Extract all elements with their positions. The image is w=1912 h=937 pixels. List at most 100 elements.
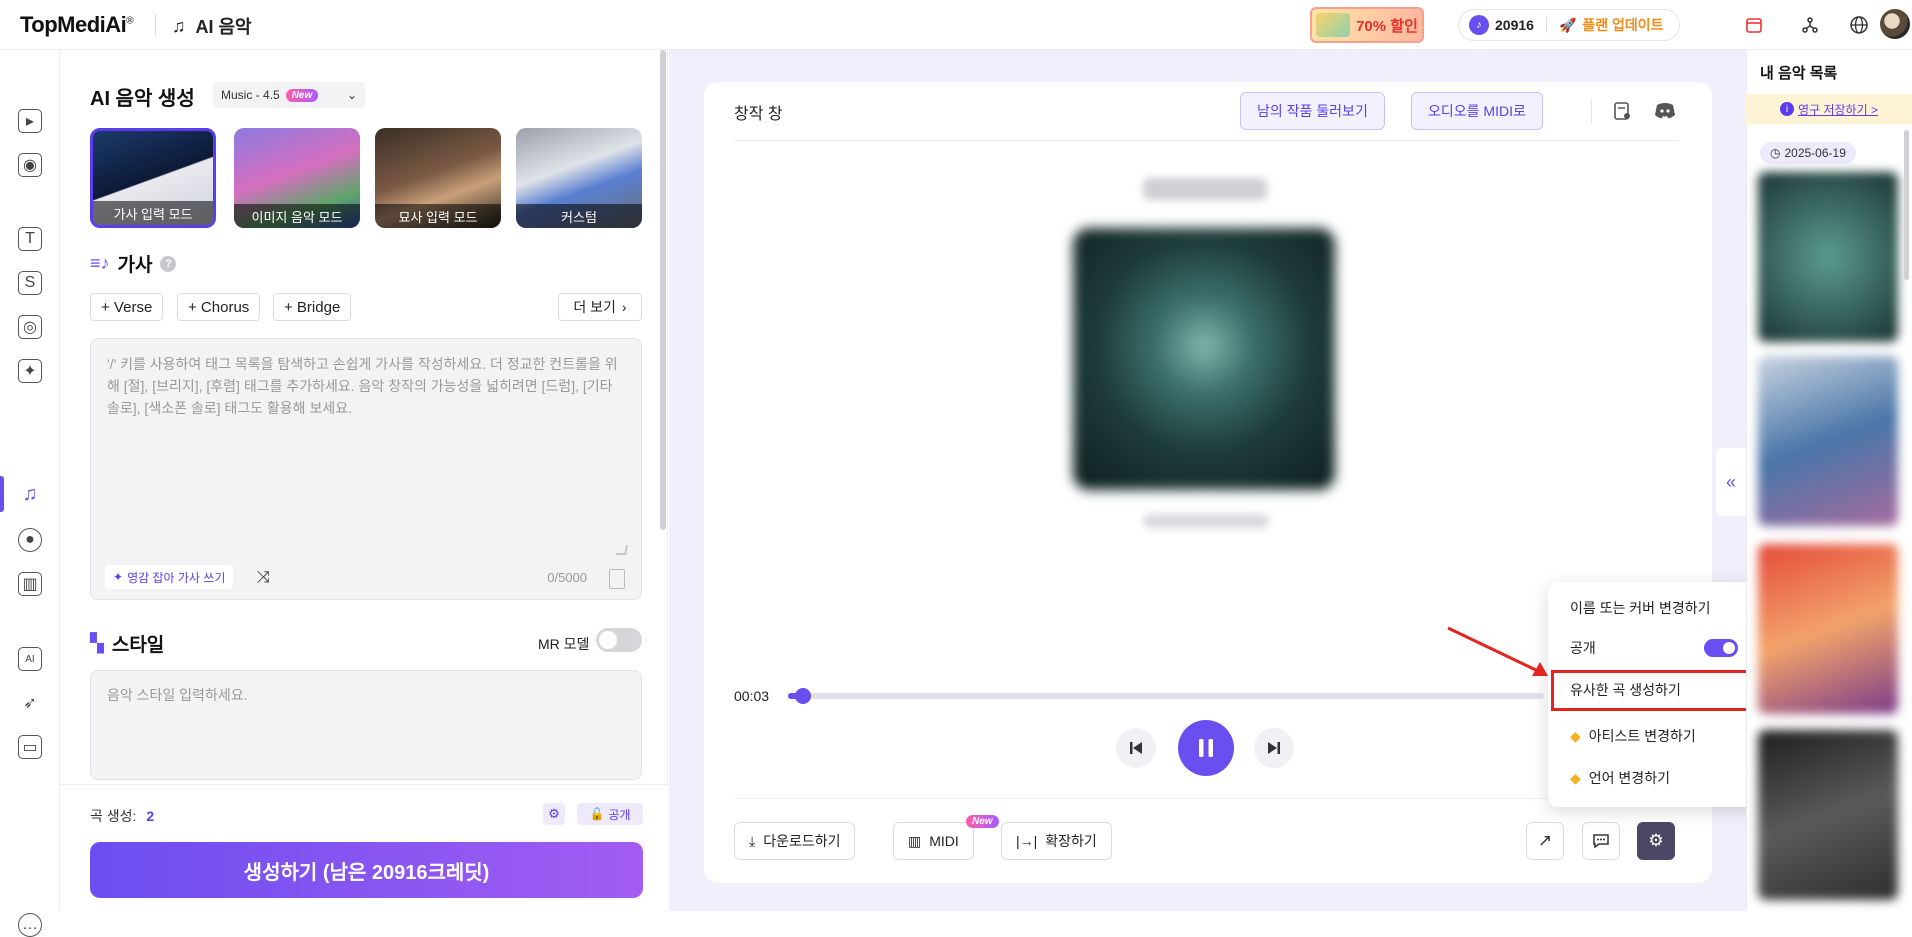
settings-gear-icon[interactable]: ⚙ (1637, 822, 1675, 860)
video-edit-icon[interactable]: ▸ (18, 109, 42, 133)
settings-gear-icon[interactable]: ⚙ (543, 803, 565, 825)
open-external-icon[interactable]: ↗ (1526, 822, 1564, 860)
collapse-panel-icon[interactable]: « (1716, 448, 1746, 516)
extend-button[interactable]: |→| 확장하기 (1001, 822, 1112, 860)
menu-rename-cover[interactable]: 이름 또는 커버 변경하기 (1548, 588, 1760, 628)
song-count-value[interactable]: 2 (146, 808, 154, 824)
credits-pill[interactable]: ♪ 20916 🚀 플랜 업데이트 (1458, 9, 1680, 41)
playback-progress-bar[interactable] (788, 688, 1544, 704)
song-count: 곡 생성: 2 (90, 808, 155, 824)
chat-icon[interactable]: … (18, 913, 42, 937)
tag-chorus-button[interactable]: + Chorus (177, 293, 261, 321)
ai-icon[interactable]: AI (18, 647, 42, 671)
camera-icon[interactable]: ◉ (18, 153, 42, 177)
piano-icon: ▥ (908, 832, 922, 849)
model-select[interactable]: Music - 4.5 New ⌄ (213, 82, 365, 108)
globe-icon[interactable] (1845, 11, 1873, 39)
trash-icon[interactable] (609, 569, 625, 589)
tag-bridge-button[interactable]: + Bridge (273, 293, 352, 321)
song-thumbnail[interactable] (1758, 730, 1898, 900)
menu-change-artist[interactable]: ◆ 아티스트 변경하기 (1548, 716, 1760, 756)
song-thumbnail[interactable] (1758, 172, 1898, 342)
date-chip: ◷ 2025-06-19 (1760, 142, 1856, 164)
menu-change-language[interactable]: ◆ 언어 변경하기 (1548, 758, 1760, 798)
podcast-icon[interactable]: ✦ (18, 359, 42, 383)
sparkle-icon: ✦ (113, 570, 124, 584)
rail-active-indicator (0, 476, 4, 512)
calendar-icon[interactable] (1740, 11, 1768, 39)
download-icon: ⤓ (749, 832, 756, 849)
model-name: Music - 4.5 (221, 88, 280, 102)
text-speech-icon[interactable]: T (18, 227, 42, 251)
share-nodes-icon[interactable] (1796, 11, 1824, 39)
task-list-icon[interactable] (1609, 98, 1635, 124)
left-rail: ▸ ◉ T S ◎ ✦ ♫ ● ▥ AI ➶ ▭ … (0, 50, 60, 937)
rocket-icon: 🚀 (1558, 16, 1577, 33)
style-section-title: ▚ 스타일 (90, 633, 165, 656)
mode-card-image[interactable]: 이미지 음악 모드 (234, 128, 360, 228)
more-tags-button[interactable]: 더 보기 › (558, 293, 642, 321)
folder-icon[interactable]: ▭ (18, 735, 42, 759)
credit-coin-icon: ♪ (1469, 15, 1489, 35)
audio-to-midi-button[interactable]: 오디오를 MIDI로 (1411, 92, 1543, 130)
right-panel-scrollbar[interactable] (1904, 130, 1909, 280)
char-count: 0/5000 (547, 570, 587, 585)
song-thumbnail[interactable] (1758, 544, 1898, 714)
header-divider (1591, 99, 1592, 123)
download-button[interactable]: ⤓ 다운로드하기 (734, 822, 856, 860)
public-toggle-button[interactable]: 🔓 공개 (577, 803, 643, 825)
style-placeholder: 음악 스타일 입력하세요. (107, 687, 248, 703)
premium-gem-icon: ◆ (1570, 769, 1581, 786)
music-note-icon[interactable]: ♫ (18, 482, 42, 506)
discord-icon[interactable] (1652, 98, 1678, 124)
highlight-annotation (1551, 670, 1761, 711)
progress-knob[interactable] (795, 688, 812, 704)
chevron-down-icon: ⌄ (346, 88, 357, 102)
left-panel-scrollbar[interactable] (660, 50, 666, 530)
current-time: 00:03 (734, 688, 770, 704)
mode-card-custom[interactable]: 커스텀 (516, 128, 642, 228)
browse-works-button[interactable]: 남의 작품 둘러보기 (1240, 92, 1385, 130)
user-avatar[interactable] (1880, 9, 1910, 39)
lyrics-textarea[interactable]: '/' 키를 사용하여 태그 목록을 탐색하고 손쉽게 가사를 작성하세요. 더… (90, 338, 642, 600)
lock-icon: 🔓 (589, 807, 605, 821)
mr-model-label: MR 모델 (538, 636, 590, 652)
my-music-title: 내 음악 목록 (1760, 65, 1838, 82)
menu-public[interactable]: 공개 (1548, 628, 1760, 668)
mode-card-lyrics[interactable]: 가사 입력 모드 (90, 128, 216, 228)
inspire-lyrics-button[interactable]: ✦ 영감 잡아 가사 쓰기 (105, 565, 234, 589)
premium-gem-icon: ◆ (1570, 727, 1581, 744)
next-track-button[interactable] (1254, 728, 1294, 768)
style-textarea[interactable]: 음악 스타일 입력하세요. (90, 670, 642, 780)
shuffle-icon[interactable]: ⤨ (257, 569, 270, 587)
mr-model-toggle[interactable] (596, 628, 642, 652)
music-note-icon: ♫ (172, 15, 186, 36)
piano-icon[interactable]: ▥ (18, 572, 42, 596)
promo-banner[interactable]: 70% 할인 (1310, 7, 1424, 43)
voice-icon[interactable]: S (18, 271, 42, 295)
comment-icon[interactable] (1582, 822, 1620, 860)
previous-track-button[interactable] (1116, 728, 1156, 768)
new-badge: New (285, 88, 319, 102)
disc-icon[interactable]: ● (18, 528, 42, 552)
pause-button[interactable] (1178, 720, 1234, 776)
audio-icon[interactable]: ◎ (18, 315, 42, 339)
midi-button[interactable]: ▥ MIDI (893, 822, 974, 860)
resize-handle[interactable] (616, 545, 628, 555)
logo[interactable]: TopMediAi® (20, 12, 134, 38)
grid-icon: ▚ (90, 633, 104, 653)
extend-icon: |→| (1016, 833, 1038, 849)
public-toggle[interactable] (1704, 639, 1738, 657)
tag-verse-button[interactable]: + Verse (90, 293, 164, 321)
upgrade-plan-link[interactable]: 플랜 업데이트 (1582, 15, 1663, 35)
info-icon: i (1780, 102, 1795, 116)
mode-card-description[interactable]: 묘사 입력 모드 (375, 128, 501, 228)
generate-button[interactable]: 생성하기 (남은 20916크레딧) (90, 842, 643, 898)
rocket-icon[interactable]: ➶ (18, 691, 42, 715)
actions-separator (734, 798, 1678, 799)
help-icon[interactable]: ? (160, 255, 177, 272)
permanent-save-banner[interactable]: i 영구 저장하기 > (1746, 94, 1912, 124)
top-bar-divider (155, 14, 156, 36)
app-title: ♫ AI 음악 (172, 15, 252, 38)
song-thumbnail[interactable] (1758, 356, 1898, 526)
